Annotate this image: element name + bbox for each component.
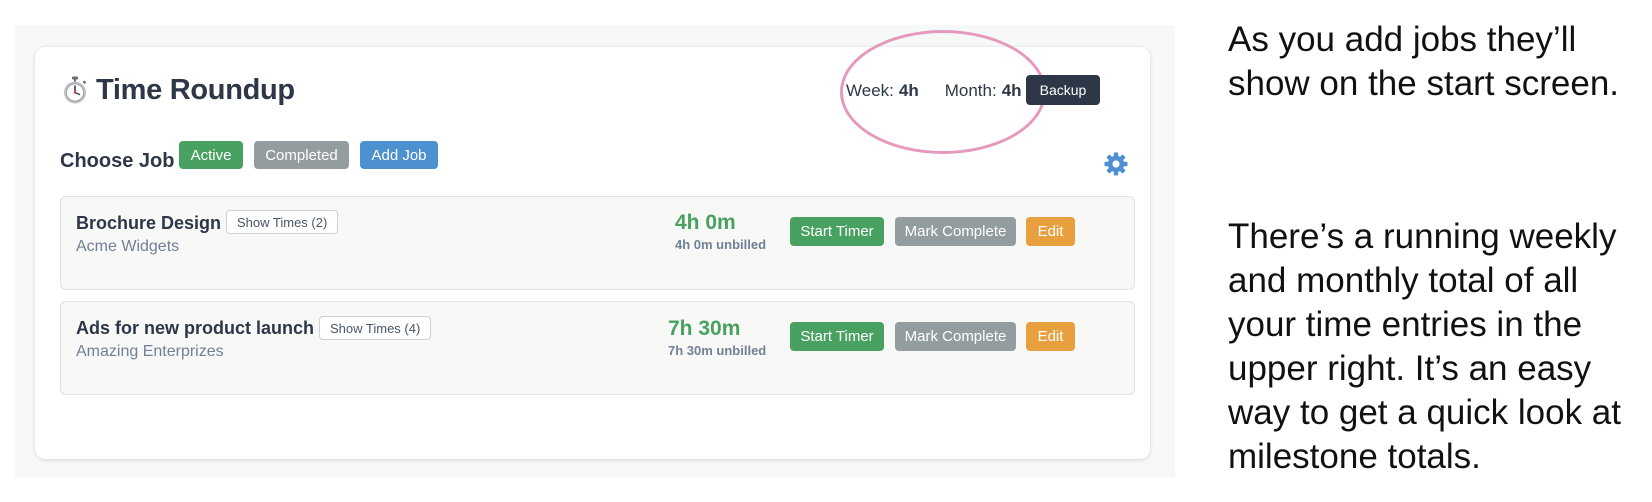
edit-job-button[interactable]: Edit	[1026, 322, 1075, 351]
caption-line: and monthly total of all	[1228, 261, 1579, 300]
job-unbilled-time: 4h 0m unbilled	[675, 237, 767, 252]
start-timer-button[interactable]: Start Timer	[790, 217, 884, 246]
filter-active-button[interactable]: Active	[179, 141, 243, 169]
caption-line: show on the start screen.	[1228, 64, 1620, 103]
caption-line: upper right. It’s an easy	[1228, 349, 1592, 388]
totals-highlight-circle	[840, 30, 1046, 154]
caption-bottom: There’s a running weekly and monthly tot…	[1228, 215, 1621, 479]
show-times-button[interactable]: Show Times (4)	[319, 316, 432, 340]
job-total-time: 4h 0m	[675, 211, 736, 234]
gear-icon[interactable]	[1103, 151, 1129, 177]
job-client: Acme Widgets	[76, 238, 180, 255]
job-client: Amazing Enterprizes	[76, 343, 224, 360]
add-job-button[interactable]: Add Job	[360, 141, 438, 169]
mark-complete-button[interactable]: Mark Complete	[895, 322, 1016, 351]
app-title: Time Roundup	[96, 73, 295, 106]
stopwatch-icon	[64, 76, 87, 104]
show-times-button[interactable]: Show Times (2)	[226, 210, 339, 234]
job-unbilled-time: 7h 30m unbilled	[668, 343, 767, 358]
backup-button[interactable]: Backup	[1026, 75, 1100, 105]
caption-line: There’s a running weekly	[1228, 217, 1617, 256]
job-total-time: 7h 30m	[668, 317, 741, 340]
caption-line: your time entries in the	[1228, 305, 1583, 344]
choose-job-heading: Choose Job	[60, 150, 175, 172]
caption-line: way to get a quick look at	[1228, 393, 1621, 432]
caption-line: milestone totals.	[1228, 437, 1481, 476]
caption-top: As you add jobs they’ll show on the star…	[1228, 18, 1619, 106]
mark-complete-button[interactable]: Mark Complete	[895, 217, 1016, 246]
caption-line: As you add jobs they’ll	[1228, 20, 1577, 59]
filter-completed-button[interactable]: Completed	[254, 141, 349, 169]
app-header: Time Roundup	[60, 70, 295, 110]
job-name: Brochure Design	[76, 213, 222, 233]
edit-job-button[interactable]: Edit	[1026, 217, 1075, 246]
start-timer-button[interactable]: Start Timer	[790, 322, 884, 351]
job-name: Ads for new product launch	[76, 318, 315, 338]
